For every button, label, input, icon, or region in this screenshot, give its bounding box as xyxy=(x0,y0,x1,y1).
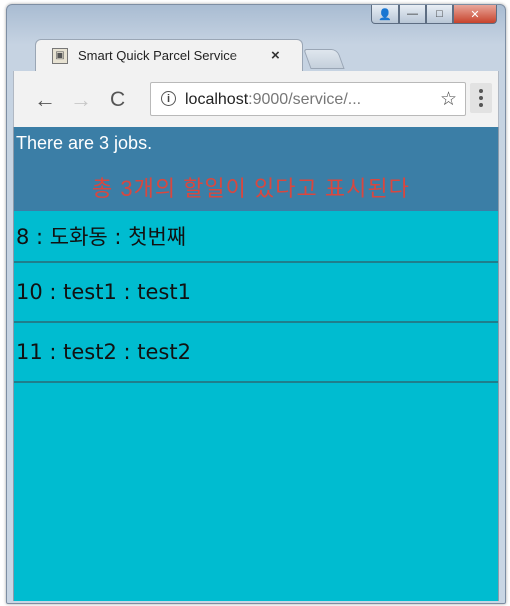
browser-toolbar: ← → C i localhost:9000/service/... ☆ xyxy=(13,71,499,127)
job-list-item[interactable]: 8 : 도화동 : 첫번째 xyxy=(14,211,498,263)
favicon-icon: ▣ xyxy=(52,47,68,64)
forward-arrow-icon[interactable]: → xyxy=(70,89,92,111)
back-arrow-icon[interactable]: ← xyxy=(34,89,56,111)
address-bar[interactable]: i localhost:9000/service/... ☆ xyxy=(150,82,466,116)
tab-title: Smart Quick Parcel Service xyxy=(78,48,237,63)
job-list: 8 : 도화동 : 첫번째 10 : test1 : test1 11 : te… xyxy=(14,211,498,383)
maximize-button[interactable]: □ xyxy=(426,5,453,24)
annotation-text: 총 3개의 할일이 있다고 표시된다 xyxy=(92,176,410,201)
url-path: :9000/service/... xyxy=(248,91,362,108)
user-icon[interactable]: 👤 xyxy=(371,5,399,24)
window-caption-controls: 👤 — □ ✕ xyxy=(371,5,497,25)
browser-window: 👤 — □ ✕ ▣ Smart Quick Parcel Service × ←… xyxy=(6,4,506,604)
info-icon[interactable]: i xyxy=(161,91,176,106)
job-list-item[interactable]: 10 : test1 : test1 xyxy=(14,263,498,323)
url-text[interactable]: localhost:9000/service/... xyxy=(185,91,361,109)
minimize-button[interactable]: — xyxy=(399,5,426,24)
reload-icon[interactable]: C xyxy=(110,89,125,111)
url-host: localhost xyxy=(185,91,249,108)
menu-dots-icon[interactable] xyxy=(470,83,492,113)
new-tab-button[interactable] xyxy=(303,49,345,69)
close-tab-icon[interactable]: × xyxy=(271,47,280,64)
page-content: There are 3 jobs. 총 3개의 할일이 있다고 표시된다 8 :… xyxy=(13,127,499,601)
close-window-button[interactable]: ✕ xyxy=(453,5,497,24)
job-count-text: There are 3 jobs. xyxy=(16,133,153,153)
job-list-item[interactable]: 11 : test2 : test2 xyxy=(14,323,498,383)
browser-tab[interactable]: ▣ Smart Quick Parcel Service × xyxy=(35,39,303,71)
bookmark-star-icon[interactable]: ☆ xyxy=(440,88,457,111)
job-summary-header: There are 3 jobs. 총 3개의 할일이 있다고 표시된다 xyxy=(14,127,498,211)
